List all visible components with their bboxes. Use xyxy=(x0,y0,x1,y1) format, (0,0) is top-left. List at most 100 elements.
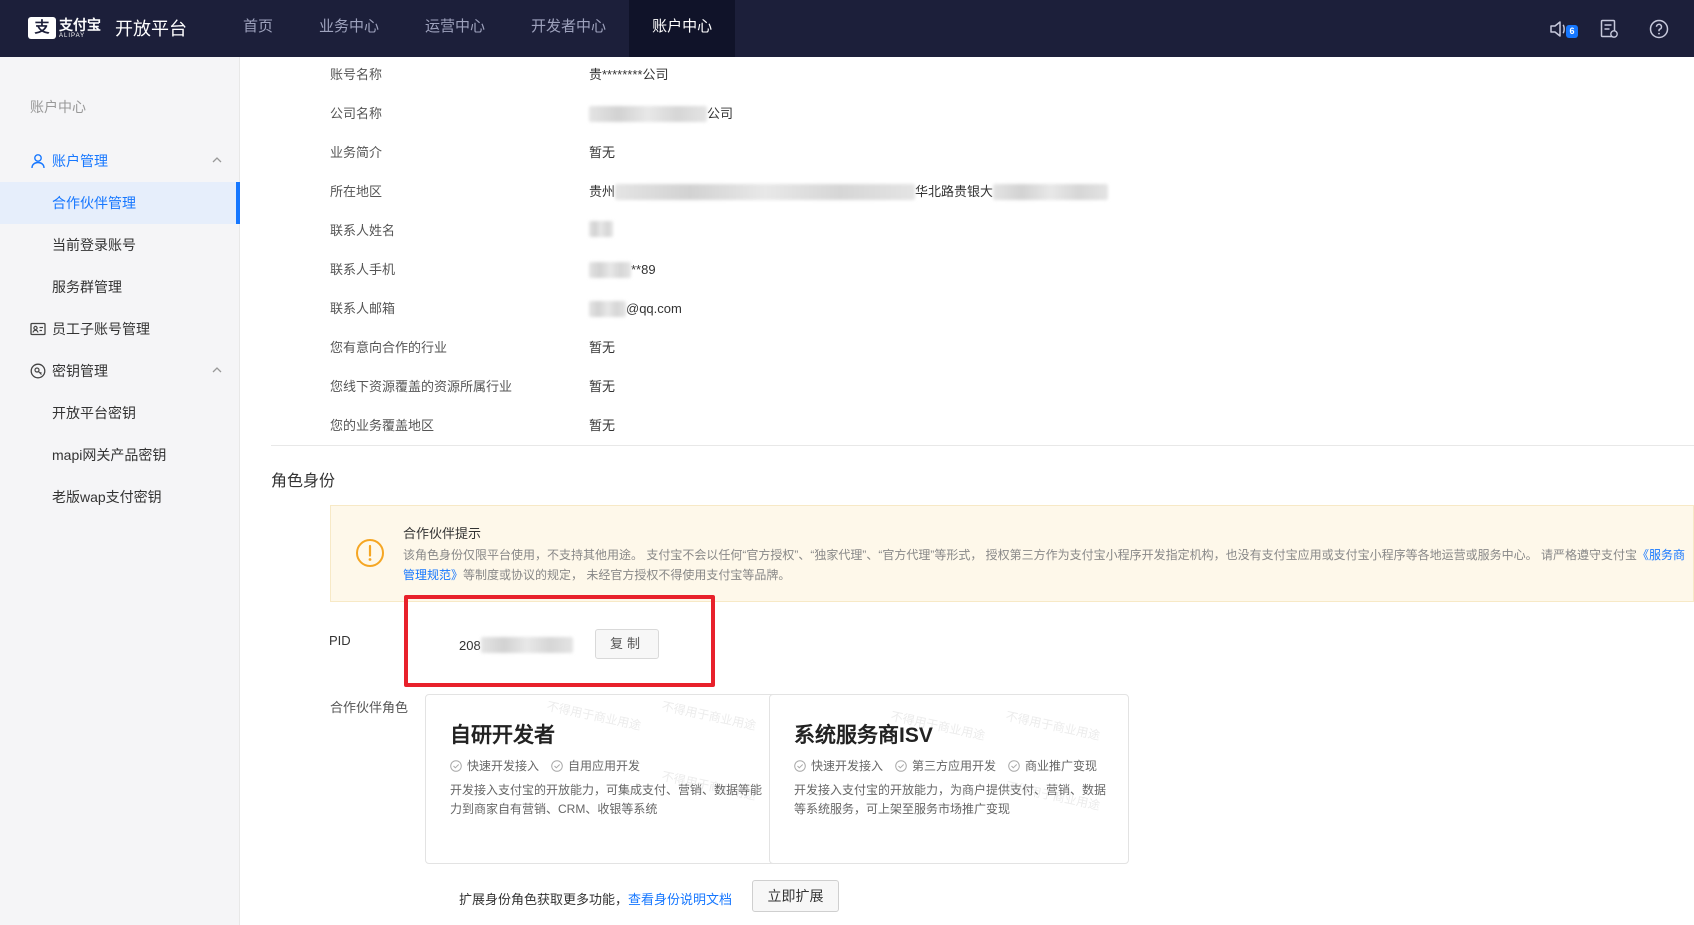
card-tag: 第三方应用开发 xyxy=(895,757,996,774)
sidebar-item-open-platform-key[interactable]: 开放平台密钥 xyxy=(0,392,240,434)
info-row-contact-email: 联系人邮箱 @qq.com xyxy=(330,299,1530,319)
alipay-logo-mark: 支 xyxy=(28,17,56,39)
info-row-contact-name: 联系人姓名 xyxy=(330,221,1530,241)
info-row-coverage: 您的业务覆盖地区 暂无 xyxy=(330,416,1530,436)
card-tags: 快速开发接入 第三方应用开发 商业推广变现 xyxy=(794,757,1109,774)
role-card-self-developer[interactable]: 不得用于商业用途 不得用于商业用途 不得用于商业用途 自研开发者 快速开发接入 … xyxy=(425,694,785,864)
sidebar-item-employee-accounts[interactable]: 员工子账号管理 xyxy=(0,308,240,350)
redacted-text xyxy=(589,106,707,122)
logo-cn-text: 支付宝 xyxy=(59,16,101,33)
sidebar-item-mapi-key[interactable]: mapi网关产品密钥 xyxy=(0,434,240,476)
sidebar-item-label: 员工子账号管理 xyxy=(52,321,150,337)
logo-en-text: ALIPAY xyxy=(59,32,86,39)
platform-title: 开放平台 xyxy=(115,19,187,39)
info-label: 您的业务覆盖地区 xyxy=(330,418,435,433)
card-tag-label: 第三方应用开发 xyxy=(912,759,997,773)
info-label: 公司名称 xyxy=(330,106,383,121)
info-value: 贵********公司 xyxy=(589,67,669,82)
chevron-up-icon xyxy=(212,157,222,163)
warning-icon xyxy=(356,539,384,567)
info-label: 业务简介 xyxy=(330,145,383,160)
card-title: 自研开发者 xyxy=(450,724,555,747)
help-icon xyxy=(1649,19,1669,38)
info-label: 账号名称 xyxy=(330,67,383,82)
sidebar-item-label: 账户管理 xyxy=(52,153,108,169)
sidebar: 账户中心 账户管理 合作伙伴管理 当前登录账号 服务群管理 员工子账号管理 密钥… xyxy=(0,57,240,925)
card-description: 开发接入支付宝的开放能力，可集成支付、营销、数据等能力到商家自有营销、CRM、收… xyxy=(450,783,763,816)
notification-button[interactable]: 6 xyxy=(1544,14,1578,44)
info-label: 联系人邮箱 xyxy=(330,301,396,316)
main-nav: 首页 业务中心 运营中心 开发者中心 账户中心 xyxy=(220,0,736,57)
check-circle-icon xyxy=(1008,759,1020,772)
redacted-text xyxy=(993,184,1109,200)
partner-role-label: 合作伙伴角色 xyxy=(330,700,409,715)
info-value: 贵州 华北路贵银大 xyxy=(589,182,1109,202)
header-actions: 6 xyxy=(1544,0,1694,57)
redacted-text xyxy=(615,184,916,200)
nav-operations-center[interactable]: 运营中心 xyxy=(402,0,508,57)
sidebar-title: 账户中心 xyxy=(30,99,86,115)
notice-title: 合作伙伴提示 xyxy=(403,526,482,541)
card-tag: 商业推广变现 xyxy=(1008,757,1097,774)
help-button[interactable] xyxy=(1644,14,1674,44)
highlight-annotation-box xyxy=(404,595,715,687)
card-tags: 快速开发接入 自用应用开发 xyxy=(450,757,652,774)
section-divider xyxy=(271,445,1694,446)
sidebar-item-label: mapi网关产品密钥 xyxy=(52,447,167,463)
sidebar-item-label: 老版wap支付密钥 xyxy=(52,489,162,505)
main-content: 账号名称 贵********公司 公司名称 公司 业务简介 暂无 所在地区 贵州… xyxy=(241,57,1694,925)
card-tag-label: 商业推广变现 xyxy=(1025,759,1098,773)
sidebar-item-current-login[interactable]: 当前登录账号 xyxy=(0,224,240,266)
chevron-up-icon xyxy=(212,367,222,373)
top-navigation-bar: 支 支付宝 ALIPAY 开放平台 首页 业务中心 运营中心 开发者中心 账户中… xyxy=(0,0,1694,57)
card-tag-label: 快速开发接入 xyxy=(467,759,540,773)
user-icon xyxy=(31,154,45,169)
info-row-company-name: 公司名称 公司 xyxy=(330,104,1530,124)
redacted-text xyxy=(589,301,626,317)
card-tag: 自用应用开发 xyxy=(551,757,640,774)
nav-account-center[interactable]: 账户中心 xyxy=(629,0,736,57)
sidebar-item-partner-management[interactable]: 合作伙伴管理 xyxy=(0,182,240,224)
watermark-text: 不得用于商业用途 xyxy=(1004,709,1102,743)
sidebar-item-wap-key[interactable]: 老版wap支付密钥 xyxy=(0,476,240,518)
notice-body: 该角色身份仅限平台使用，不支持其他用途。 支付宝不会以任何“官方授权”、“独家代… xyxy=(403,545,1693,585)
company-name-suffix: 公司 xyxy=(707,106,734,121)
card-tag-label: 快速开发接入 xyxy=(811,759,884,773)
sidebar-group-account-management[interactable]: 账户管理 xyxy=(0,140,240,182)
info-row-industry: 您有意向合作的行业 暂无 xyxy=(330,338,1530,358)
expand-role-button[interactable]: 立即扩展 xyxy=(752,880,839,912)
check-circle-icon xyxy=(450,759,462,772)
role-card-isv[interactable]: 不得用于商业用途 不得用于商业用途 不得用于商业用途 系统服务商ISV 快速开发… xyxy=(769,694,1129,864)
sidebar-group-key-management[interactable]: 密钥管理 xyxy=(0,350,240,392)
info-row-region: 所在地区 贵州 华北路贵银大 xyxy=(330,182,1530,202)
watermark-text: 不得用于商业用途 xyxy=(545,699,643,733)
sidebar-item-service-group[interactable]: 服务群管理 xyxy=(0,266,240,308)
info-label: 所在地区 xyxy=(330,184,383,199)
sidebar-item-label: 密钥管理 xyxy=(52,363,108,379)
info-label: 您线下资源覆盖的资源所属行业 xyxy=(330,379,513,394)
notification-badge: 6 xyxy=(1566,24,1578,38)
nav-developer-center[interactable]: 开发者中心 xyxy=(508,0,629,57)
info-label: 联系人手机 xyxy=(330,262,396,277)
document-list-icon xyxy=(1600,19,1618,38)
nav-home[interactable]: 首页 xyxy=(220,0,296,57)
id-card-icon xyxy=(30,322,46,336)
info-value xyxy=(589,221,613,237)
info-value: 公司 xyxy=(589,104,733,124)
check-circle-icon xyxy=(794,759,806,772)
document-list-button[interactable] xyxy=(1594,14,1624,44)
card-description: 开发接入支付宝的开放能力，为商户提供支付、营销、数据等系统服务，可上架至服务市场… xyxy=(794,783,1107,816)
alipay-logo-text: 支付宝 ALIPAY xyxy=(59,18,101,39)
info-row-business-intro: 业务简介 暂无 xyxy=(330,143,1530,163)
info-value: **89 xyxy=(589,260,656,280)
contact-phone-suffix: **89 xyxy=(631,262,656,277)
partner-notice: 合作伙伴提示 该角色身份仅限平台使用，不支持其他用途。 支付宝不会以任何“官方授… xyxy=(330,505,1694,602)
sidebar-item-label: 服务群管理 xyxy=(52,279,122,295)
info-row-contact-phone: 联系人手机 **89 xyxy=(330,260,1530,280)
redacted-text xyxy=(589,221,613,237)
contact-email-suffix: @qq.com xyxy=(626,301,682,316)
nav-business-center[interactable]: 业务中心 xyxy=(296,0,402,57)
info-row-offline-resources: 您线下资源覆盖的资源所属行业 暂无 xyxy=(330,377,1530,397)
role-docs-link[interactable]: 查看身份说明文档 xyxy=(628,892,732,907)
alipay-logo[interactable]: 支 支付宝 ALIPAY 开放平台 xyxy=(28,14,187,42)
